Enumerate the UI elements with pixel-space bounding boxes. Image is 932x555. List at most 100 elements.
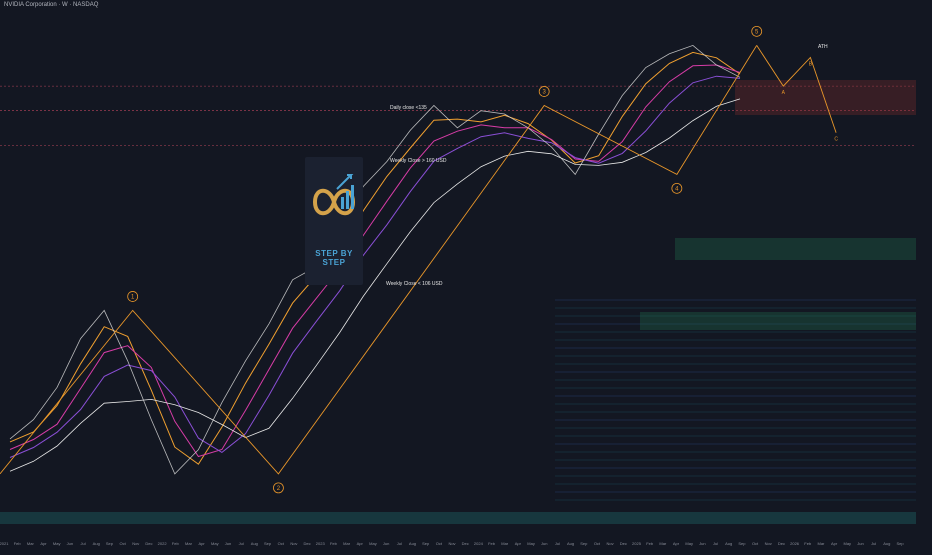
label-ath: ATH bbox=[818, 44, 828, 50]
chart-area[interactable]: 12345ABC 2021 Feb Mar Apr May Jun Jul Aug Sep Oct… bbox=[0, 0, 932, 550]
x-tick-label: Oct bbox=[119, 541, 126, 546]
sma-white-line bbox=[9, 98, 741, 472]
x-tick-label: Mar bbox=[659, 541, 667, 546]
x-tick-label: May bbox=[211, 541, 219, 546]
x-tick-label: Oct bbox=[594, 541, 601, 546]
x-tick-label: Mar bbox=[343, 541, 351, 546]
x-tick-label: Feb bbox=[804, 541, 812, 546]
bottom-zone bbox=[0, 512, 916, 524]
x-tick-label: Nov bbox=[132, 541, 139, 546]
x-tick-label: Jun bbox=[67, 541, 73, 546]
wave-label-2: 2 bbox=[277, 486, 281, 492]
x-tick-label: Dec bbox=[778, 541, 785, 546]
x-tick-label: May bbox=[527, 541, 535, 546]
x-tick-label: Sep bbox=[264, 541, 272, 546]
x-tick-label: Mar bbox=[817, 541, 825, 546]
x-tick-label: Oct bbox=[752, 541, 759, 546]
x-tick-label: May bbox=[369, 541, 377, 546]
x-tick-label: Aug bbox=[251, 541, 258, 546]
x-tick-label: Nov bbox=[765, 541, 772, 546]
x-tick-label: Apr bbox=[673, 541, 680, 546]
wave-label-3: 3 bbox=[543, 89, 547, 95]
label-weekly-close-160: Weekly Close > 160 USD bbox=[390, 158, 447, 164]
x-tick-label: Jul bbox=[239, 541, 244, 546]
price-axis[interactable] bbox=[916, 0, 932, 550]
logo-text-part2: STEP bbox=[322, 258, 346, 267]
support-resistance-zones bbox=[0, 80, 916, 524]
x-tick-label: Nov bbox=[607, 541, 614, 546]
x-tick-label: Apr bbox=[40, 541, 47, 546]
x-tick-label: Oct bbox=[278, 541, 285, 546]
x-tick-label: Nov bbox=[448, 541, 455, 546]
x-tick-label: 2025 bbox=[632, 541, 642, 546]
x-tick-label: Apr bbox=[515, 541, 522, 546]
x-tick-label: Jul bbox=[713, 541, 718, 546]
x-tick-label: May bbox=[844, 541, 852, 546]
x-tick-label: Feb bbox=[488, 541, 496, 546]
support-zone-lower bbox=[640, 312, 916, 330]
x-tick-label: Jun bbox=[541, 541, 547, 546]
price-chart: 12345ABC 2021 Feb Mar Apr May Jun Jul Aug Sep Oct… bbox=[0, 25, 916, 546]
x-tick-label: Apr bbox=[357, 541, 364, 546]
x-tick-label: Jun bbox=[857, 541, 863, 546]
x-tick-label: Jul bbox=[80, 541, 85, 546]
x-tick-label: Aug bbox=[93, 541, 100, 546]
resistance-zone bbox=[735, 80, 916, 115]
x-tick-label: Jul bbox=[397, 541, 402, 546]
x-tick-label: 2024 bbox=[474, 541, 484, 546]
moving-averages bbox=[9, 51, 741, 472]
price-series bbox=[9, 44, 741, 475]
x-tick-label: Jun bbox=[383, 541, 389, 546]
x-tick-label: Mar bbox=[501, 541, 509, 546]
x-tick-label: May bbox=[53, 541, 61, 546]
x-tick-label: May bbox=[685, 541, 693, 546]
x-tick-label: Feb bbox=[646, 541, 654, 546]
x-tick-label: Dec bbox=[145, 541, 152, 546]
x-tick-label: Sep bbox=[738, 541, 746, 546]
logo-text-part1: STEP BY bbox=[315, 249, 353, 258]
x-tick-label: Sep bbox=[422, 541, 430, 546]
x-tick-label: Feb bbox=[14, 541, 22, 546]
step-by-step-logo: STEP BY STEP bbox=[305, 157, 363, 285]
chart-title: NVIDIA Corporation · W · NASDAQ bbox=[4, 2, 99, 8]
x-tick-label: Feb bbox=[330, 541, 338, 546]
x-tick-label: Sep bbox=[580, 541, 588, 546]
support-zone-upper bbox=[675, 238, 916, 260]
x-tick-label: Aug bbox=[725, 541, 732, 546]
x-tick-label: Jul bbox=[871, 541, 876, 546]
projection-label-C: C bbox=[834, 137, 838, 143]
x-tick-label: Dec bbox=[462, 541, 469, 546]
label-weekly-close-106: Weekly Close < 106 USD bbox=[386, 281, 443, 287]
price-line bbox=[9, 44, 741, 475]
x-tick-label: 2021 bbox=[0, 541, 9, 546]
x-tick-label: Aug bbox=[567, 541, 574, 546]
x-tick-label: Mar bbox=[185, 541, 193, 546]
wave-label-5: 5 bbox=[755, 29, 759, 35]
x-tick-label: 2023 bbox=[316, 541, 326, 546]
label-daily-close: Daily close <135 bbox=[390, 105, 427, 111]
x-tick-label: Mar bbox=[27, 541, 35, 546]
x-tick-label: 2022 bbox=[158, 541, 168, 546]
x-tick-label: Feb bbox=[172, 541, 180, 546]
x-tick-label: 2026 bbox=[790, 541, 800, 546]
wave-label-1: 1 bbox=[131, 294, 135, 300]
logo-text: STEP BY STEP bbox=[305, 249, 363, 267]
wave-label-4: 4 bbox=[675, 186, 679, 192]
x-tick-label: Sep bbox=[106, 541, 114, 546]
x-tick-label: Jun bbox=[699, 541, 705, 546]
ema-pink-line bbox=[9, 64, 741, 458]
x-tick-label: Nov bbox=[290, 541, 297, 546]
x-tick-label: Aug bbox=[409, 541, 416, 546]
x-tick-label: Dec bbox=[620, 541, 627, 546]
ema-purple-line bbox=[9, 75, 741, 458]
x-tick-label: Jun bbox=[225, 541, 231, 546]
elliott-wave-path bbox=[0, 45, 758, 475]
x-tick-label: Oct bbox=[436, 541, 443, 546]
x-tick-label: Sep bbox=[896, 541, 904, 546]
x-tick-label: Apr bbox=[831, 541, 838, 546]
x-tick-label: Dec bbox=[303, 541, 310, 546]
x-tick-label: Aug bbox=[883, 541, 890, 546]
logo-infinity-icon bbox=[312, 174, 356, 216]
time-axis: 2021 Feb Mar Apr May Jun Jul Aug Sep Oct Nov Dec 202… bbox=[0, 541, 904, 546]
x-tick-label: Jul bbox=[555, 541, 560, 546]
